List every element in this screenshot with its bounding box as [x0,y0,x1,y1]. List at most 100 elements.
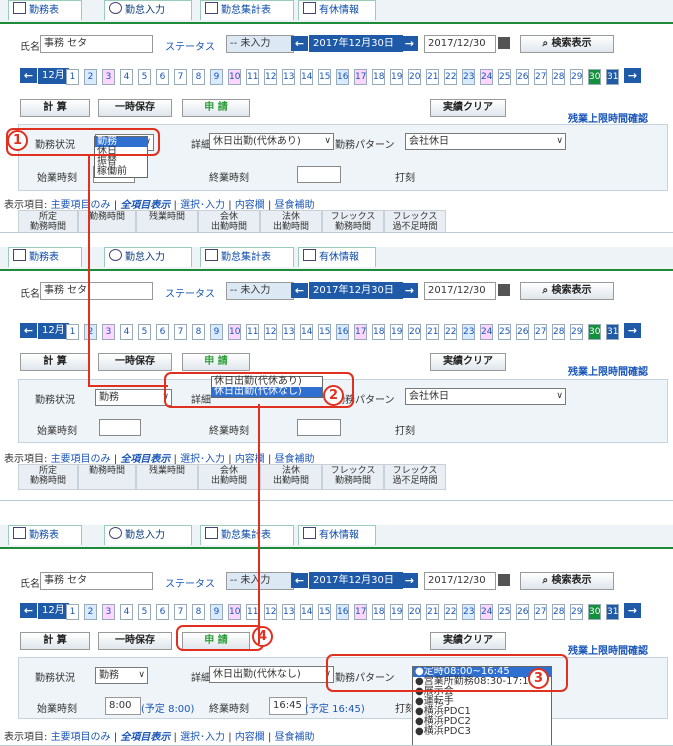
calendar-day[interactable]: 14 [300,604,313,620]
clear-button[interactable]: 実績クリア [430,632,506,650]
calendar-day[interactable]: 20 [408,69,421,85]
temp-save-button[interactable]: 一時保存 [98,353,172,371]
calendar-day[interactable]: 4 [120,324,133,340]
calendar-day[interactable]: 2 [84,69,97,85]
calc-button[interactable]: 計 算 [20,353,90,371]
detail-select[interactable]: 休日出勤(代休なし) [209,666,334,683]
calendar-day[interactable]: 13 [282,604,295,620]
overtime-link[interactable]: 残業上限時間確認 [568,642,648,657]
calendar-day[interactable]: 24 [480,324,493,340]
calendar-day[interactable]: 16 [336,69,349,85]
date-field[interactable]: 2017/12/30 [424,572,496,590]
calendar-day[interactable]: 3 [102,324,115,340]
main-items-link[interactable]: 主要項目のみ [51,732,111,743]
calendar-day[interactable]: 9 [210,604,223,620]
calendar-day[interactable]: 1 [66,324,79,340]
meal-link[interactable]: 昼食補助 [275,732,315,743]
calendar-day[interactable]: 29 [570,324,583,340]
tab-shukei[interactable]: 勤怠集計表 [200,247,294,267]
calendar-day[interactable]: 11 [246,69,259,85]
select-input-link[interactable]: 選択･入力 [180,732,225,743]
calendar-day[interactable]: 31 [606,324,619,340]
calendar-day[interactable]: 15 [318,69,331,85]
calendar-day[interactable]: 5 [138,69,151,85]
tab-yukyu[interactable]: 有休情報 [298,247,376,267]
temp-save-button[interactable]: 一時保存 [98,632,172,650]
calendar-day[interactable]: 2 [84,324,97,340]
start-time-input[interactable]: 8:00 [105,697,141,715]
calendar-day[interactable]: 27 [534,69,547,85]
calendar-day[interactable]: 13 [282,69,295,85]
calendar-day[interactable]: 25 [498,604,511,620]
tab-kintai-input[interactable]: 勤怠入力 [104,525,192,545]
calendar-day[interactable]: 31 [606,69,619,85]
apply-button[interactable]: 申 請 [182,99,250,117]
calendar-day[interactable]: 20 [408,324,421,340]
calendar-day[interactable]: 27 [534,604,547,620]
work-status-select[interactable]: 勤務 [95,389,172,406]
tab-kinmuhyo[interactable]: 勤務表 [8,0,82,20]
prev-month-button[interactable]: ← [20,68,37,83]
calendar-day[interactable]: 6 [156,604,169,620]
calendar-day[interactable]: 9 [210,69,223,85]
calendar-icon[interactable] [498,574,510,586]
clear-button[interactable]: 実績クリア [430,353,506,371]
calendar-day[interactable]: 25 [498,69,511,85]
calendar-day[interactable]: 17 [354,324,367,340]
calendar-day[interactable]: 28 [552,324,565,340]
tab-shukei[interactable]: 勤怠集計表 [200,525,294,545]
prev-day-button[interactable]: ← [291,36,308,51]
tab-yukyu[interactable]: 有休情報 [298,0,376,20]
next-day-button[interactable]: → [401,573,418,588]
search-button[interactable]: ⌕ 検索表示 [520,282,614,300]
calendar-day[interactable]: 16 [336,604,349,620]
all-items-link[interactable]: 全項目表示 [120,732,170,743]
calendar-day[interactable]: 4 [120,604,133,620]
calendar-day[interactable]: 8 [192,324,205,340]
apply-button[interactable]: 申 請 [182,353,250,371]
calendar-day[interactable]: 25 [498,324,511,340]
next-month-button[interactable]: → [624,68,641,83]
dropdown-option[interactable]: ●横浜PDC3 [413,727,551,737]
calendar-day[interactable]: 30 [588,604,601,620]
tab-kinmuhyo[interactable]: 勤務表 [8,525,82,545]
calc-button[interactable]: 計 算 [20,99,90,117]
next-month-button[interactable]: → [624,603,641,618]
temp-save-button[interactable]: 一時保存 [98,99,172,117]
calendar-day[interactable]: 6 [156,324,169,340]
pattern-select[interactable]: 会社休日 [405,388,566,405]
overtime-link[interactable]: 残業上限時間確認 [568,363,648,378]
search-button[interactable]: ⌕ 検索表示 [520,572,614,590]
work-status-select[interactable]: 勤務 [95,667,148,684]
calendar-day[interactable]: 31 [606,604,619,620]
prev-month-button[interactable]: ← [20,603,37,618]
calendar-day[interactable]: 15 [318,604,331,620]
calendar-day[interactable]: 12 [264,604,277,620]
calendar-day[interactable]: 6 [156,69,169,85]
calendar-day[interactable]: 10 [228,324,241,340]
prev-day-button[interactable]: ← [291,573,308,588]
calendar-day[interactable]: 12 [264,69,277,85]
pattern-select[interactable]: 会社休日 [405,133,566,150]
start-time-input[interactable] [99,419,141,436]
date-field[interactable]: 2017/12/30 [424,35,496,53]
next-day-button[interactable]: → [401,283,418,298]
calendar-icon[interactable] [498,284,510,296]
calendar-day[interactable]: 29 [570,69,583,85]
calendar-day[interactable]: 30 [588,69,601,85]
calendar-day[interactable]: 24 [480,69,493,85]
calendar-day[interactable]: 19 [390,604,403,620]
calendar-day[interactable]: 10 [228,69,241,85]
calendar-day[interactable]: 19 [390,69,403,85]
calc-button[interactable]: 計 算 [20,632,90,650]
detail-select[interactable]: 休日出勤(代休あり) [209,133,334,150]
date-field[interactable]: 2017/12/30 [424,282,496,300]
tab-kintai-input[interactable]: 勤怠入力 [104,0,192,20]
next-day-button[interactable]: → [401,36,418,51]
calendar-day[interactable]: 26 [516,324,529,340]
calendar-icon[interactable] [498,37,510,49]
calendar-day[interactable]: 3 [102,604,115,620]
calendar-day[interactable]: 24 [480,604,493,620]
tab-kintai-input[interactable]: 勤怠入力 [104,247,192,267]
tab-yukyu[interactable]: 有休情報 [298,525,376,545]
